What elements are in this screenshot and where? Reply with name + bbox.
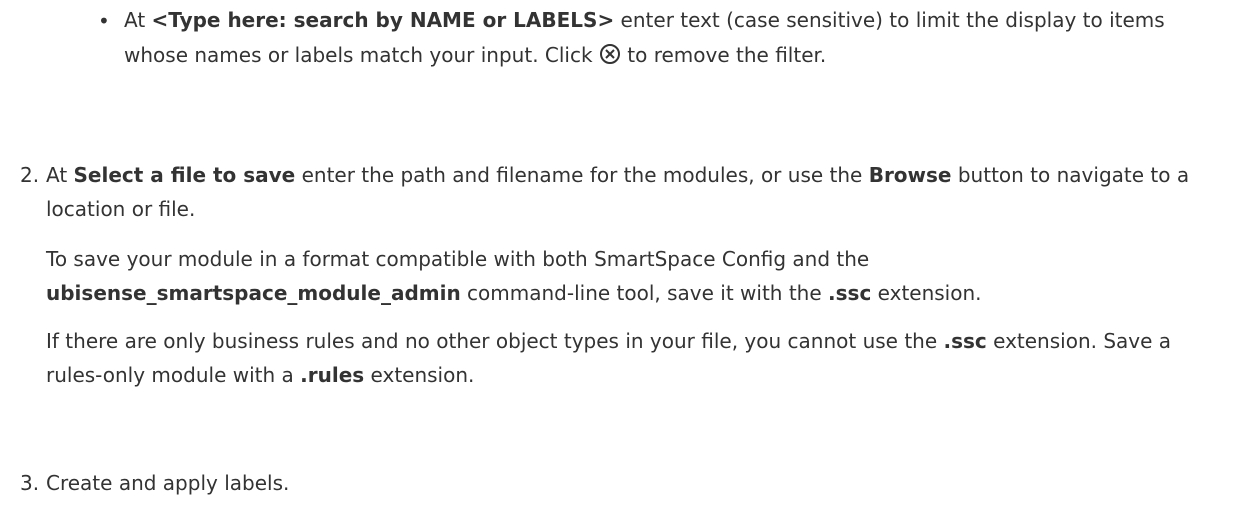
text-fragment: > [597,8,615,32]
text-fragment: extension. [364,363,475,387]
text-fragment: enter the path and filename for the modu… [295,163,869,187]
circle-x-icon [599,43,620,64]
text-fragment: At [46,163,74,187]
text-fragment: If there are only business rules and no … [46,329,944,353]
bullet-item-search: • At <Type here: search by NAME or LABEL… [98,0,1218,72]
browse-term: Browse [868,163,952,187]
step-number: 2. [20,163,40,187]
rules-extension-term: .rules [300,363,365,387]
text-fragment: At [124,8,152,32]
bullet-text: At <Type here: search by NAME or LABELS>… [124,0,1218,72]
search-label-term: Type here: search by NAME or LABELS [168,8,598,32]
step-2: 2. At Select a file to save enter the pa… [20,158,1220,392]
document-page: • At <Type here: search by NAME or LABEL… [0,0,1238,508]
step-number: 3. [20,471,40,495]
step-3: 3. Create and apply labels. [20,466,1220,500]
step-2-paragraph-3: If there are only business rules and no … [46,324,1220,392]
text-fragment: extension. [871,281,982,305]
text-fragment: To save your module in a format compatib… [46,247,870,271]
command-tool-term: ubisense_smartspace_module_admin [46,281,461,305]
ssc-extension-term: .ssc [943,329,987,353]
step-2-paragraph-2: To save your module in a format compatib… [46,242,1220,310]
text-fragment: command-line tool, save it with the [460,281,829,305]
text-fragment: to remove the filter. [620,42,827,67]
select-file-term: Select a file to save [73,163,296,187]
step-2-paragraph-1: At Select a file to save enter the path … [46,158,1220,226]
step-3-paragraph-1: Create and apply labels. [46,471,290,495]
text-fragment: < [151,8,169,32]
ssc-extension-term: .ssc [828,281,872,305]
bullet-dot: • [98,9,110,33]
